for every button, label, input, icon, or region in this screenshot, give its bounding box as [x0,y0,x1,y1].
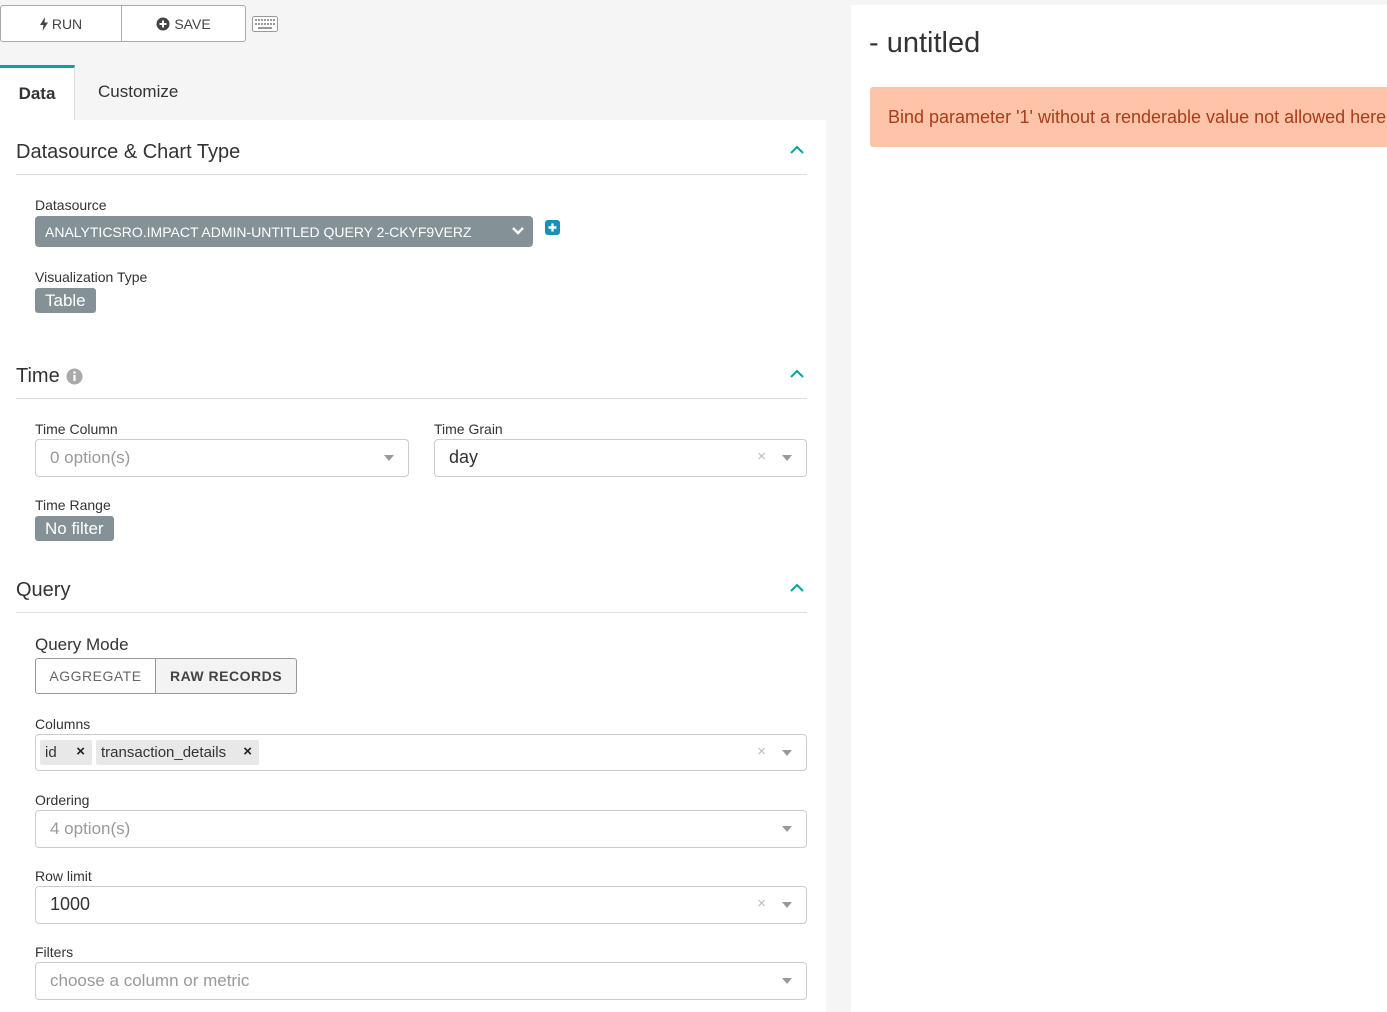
ordering-label: Ordering [35,792,90,808]
section-title-query: Query [16,579,71,601]
caret-down-icon [384,455,394,461]
row-limit-label: Row limit [35,868,92,884]
clear-icon[interactable]: × [757,448,766,465]
toolbar: RUN SAVE [0,5,278,42]
query-mode-label: Query Mode [35,635,129,654]
section-header-datasource[interactable]: Datasource & Chart Type [16,138,807,175]
section-header-time[interactable]: Time [16,362,807,399]
time-grain-label: Time Grain [434,421,503,437]
query-mode-toggle: AGGREGATE RAW RECORDS [35,658,297,694]
caret-down-icon [782,826,792,832]
add-datasource-icon[interactable] [545,220,560,235]
ordering-placeholder: 4 option(s) [50,819,131,838]
chevron-down-icon [512,227,524,235]
info-icon[interactable] [66,368,83,385]
plus-circle-icon [156,17,170,30]
control-panel: Datasource & Chart Type Datasource ANALY… [0,120,826,1012]
filters-select[interactable]: choose a column or metric [35,962,807,1000]
viz-type-label: Visualization Type [35,269,148,285]
chevron-up-icon[interactable] [789,369,805,379]
chart-container: - untitled Bind parameter '1' without a … [851,5,1387,1012]
ordering-select[interactable]: 4 option(s) [35,810,807,848]
remove-chip-icon[interactable]: × [76,743,85,760]
time-column-placeholder: 0 option(s) [50,448,131,467]
row-limit-value: 1000 [50,894,91,914]
remove-chip-icon[interactable]: × [243,743,252,760]
chevron-up-icon[interactable] [789,145,805,155]
time-range-label: Time Range [35,497,111,513]
save-button[interactable]: SAVE [122,6,245,41]
time-column-select[interactable]: 0 option(s) [35,439,409,477]
chart-title[interactable]: - untitled [869,27,980,60]
time-grain-value: day [449,447,479,467]
tab-customize[interactable]: Customize [98,65,178,119]
time-grain-select[interactable]: day × [434,439,807,477]
time-column-label: Time Column [35,421,118,437]
error-alert: Bind parameter '1' without a renderable … [870,87,1387,147]
chevron-up-icon[interactable] [789,583,805,593]
tab-data[interactable]: Data [0,65,75,120]
time-range-button[interactable]: No filter [35,516,114,541]
clear-icon[interactable]: × [757,743,766,760]
save-button-label: SAVE [174,15,211,32]
filters-placeholder: choose a column or metric [50,971,250,990]
raw-records-mode-button[interactable]: RAW RECORDS [156,658,297,694]
column-chip: id × [40,740,92,765]
caret-down-icon [782,978,792,984]
column-chip-label: id [45,744,57,761]
columns-multiselect[interactable]: id × transaction_details × × [35,734,807,771]
caret-down-icon [782,455,792,461]
column-chip-label: transaction_details [101,744,227,761]
datasource-select[interactable]: ANALYTICSRO.IMPACT ADMIN-UNTITLED QUERY … [35,216,533,247]
keyboard-icon[interactable] [252,15,278,32]
section-header-query[interactable]: Query [16,576,807,613]
bolt-icon [39,16,48,31]
run-button[interactable]: RUN [1,6,122,41]
toolbar-button-group: RUN SAVE [0,5,246,42]
row-limit-select[interactable]: 1000 × [35,886,807,924]
datasource-value: ANALYTICSRO.IMPACT ADMIN-UNTITLED QUERY … [45,223,472,240]
columns-label: Columns [35,716,91,732]
run-button-label: RUN [51,15,83,32]
tab-bar: Data Customize [0,65,826,121]
caret-down-icon [782,902,792,908]
viz-type-button[interactable]: Table [35,288,96,313]
clear-icon[interactable]: × [757,895,766,912]
column-chip: transaction_details × [96,740,259,765]
datasource-label: Datasource [35,197,107,213]
section-title-datasource: Datasource & Chart Type [16,141,241,163]
filters-label: Filters [35,944,74,960]
section-title-time-text: Time [16,365,60,387]
aggregate-mode-button[interactable]: AGGREGATE [35,658,156,694]
caret-down-icon [782,750,792,756]
section-title-time: Time [16,365,83,388]
